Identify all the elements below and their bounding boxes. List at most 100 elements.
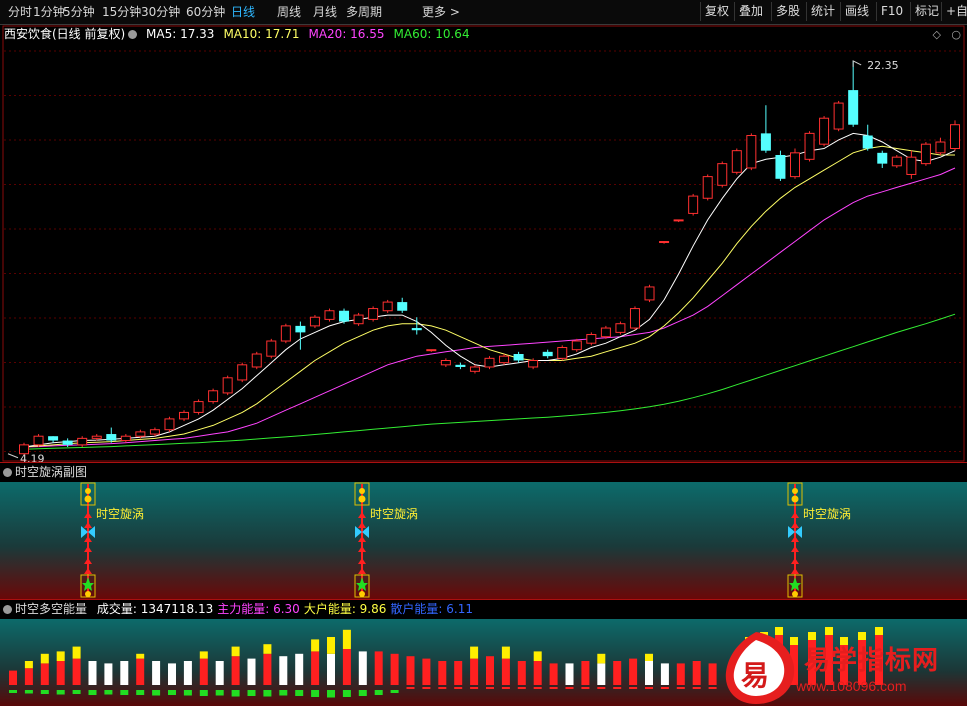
candle [469, 364, 480, 374]
candle [455, 362, 466, 370]
energy-bar [247, 658, 256, 696]
energy-legend-item: 主力能量: 6.30 [217, 602, 300, 616]
candlestick-chart[interactable]: 22.35 4.19 [0, 25, 967, 462]
energy-bar [533, 651, 542, 689]
candle [644, 284, 655, 303]
period-tab[interactable]: 60分钟 [186, 4, 225, 20]
candle [208, 388, 219, 404]
candle [295, 321, 306, 350]
period-tab[interactable]: 1分钟 [33, 4, 65, 20]
candle [266, 338, 277, 359]
toolbar-button[interactable]: 复权 [700, 2, 733, 21]
energy-indicator-header: 时空多空能量 成交量: 1347118.13 主力能量: 6.30 大户能量: 9.… [0, 600, 473, 618]
period-tab[interactable]: 30分钟 [141, 4, 180, 20]
candle [775, 150, 786, 181]
candle [48, 436, 59, 443]
period-tab[interactable]: 周线 [277, 4, 301, 20]
candle [877, 150, 888, 168]
svg-text:时空旋涡: 时空旋涡 [370, 507, 418, 521]
candle [920, 142, 931, 166]
logo-char: 易 [741, 659, 770, 692]
candle [586, 332, 597, 346]
energy-bar [645, 653, 653, 689]
candle [324, 308, 335, 322]
period-tab[interactable]: 5分钟 [63, 4, 95, 20]
energy-bar [183, 661, 192, 696]
candle [339, 308, 350, 324]
period-tab[interactable]: 月线 [313, 4, 337, 20]
candle [615, 321, 626, 335]
watermark: 易 易学指标网 www.108096.com [720, 626, 967, 706]
toolbar-button[interactable]: 多股 [771, 2, 804, 21]
candle [542, 349, 553, 359]
toolbar-button[interactable]: 统计 [806, 2, 839, 21]
energy-legend-item: 成交量: 1347118.13 [96, 602, 214, 616]
candle [251, 351, 262, 370]
energy-bar [454, 661, 463, 689]
energy-legend-item: 散户能量: 6.11 [390, 602, 473, 616]
site-url: www.108096.com [796, 678, 907, 694]
toolbar-button[interactable]: 叠加 [734, 2, 767, 21]
toolbar-button[interactable]: F10 [876, 2, 907, 21]
energy-indicator-title: 时空多空能量 [15, 602, 88, 616]
candle [760, 105, 771, 153]
candle [848, 60, 859, 127]
candle [862, 124, 873, 151]
energy-bar [470, 646, 479, 689]
energy-bar [168, 663, 176, 695]
candle [906, 150, 917, 179]
low-price-label: 4.19 [20, 453, 45, 462]
period-tab[interactable]: 15分钟 [102, 4, 141, 20]
candle [804, 131, 815, 162]
candle [33, 434, 44, 448]
vortex-chart[interactable]: 时空旋涡 时空旋涡 时空旋涡 [0, 482, 967, 599]
candle [280, 323, 291, 344]
chevron-down-icon[interactable] [3, 605, 12, 614]
candle [237, 362, 248, 383]
candle [426, 349, 437, 352]
ma10-line [23, 145, 955, 448]
energy-bar [581, 661, 590, 689]
candle [499, 354, 510, 365]
energy-legend: 成交量: 1347118.13 主力能量: 6.30 大户能量: 9.86 散户能量:… [91, 602, 473, 616]
candle [950, 120, 960, 151]
ma20-line [23, 167, 956, 448]
candle [659, 241, 670, 244]
energy-bar [422, 658, 431, 689]
svg-text:时空旋涡: 时空旋涡 [96, 507, 144, 521]
energy-bar [517, 661, 526, 689]
period-toolbar: 分时 1分钟 5分钟 15分钟 30分钟 60分钟 日线 周线 月线 多周期 更多 > 复权 叠加 多股… [0, 0, 967, 25]
candle [193, 399, 204, 415]
candle [731, 148, 742, 175]
toolbar-button[interactable]: 标记 [910, 2, 943, 21]
candle [382, 299, 393, 313]
site-name: 易学指标网 [804, 646, 940, 676]
ma60-line [23, 313, 956, 450]
main-chart-panel: 西安饮食(日线 前复权) MA5: 17.33 MA10: 17.71 MA20: … [0, 25, 967, 462]
toolbar-button[interactable]: +自 [941, 2, 967, 21]
period-tab[interactable]: 日线 [231, 4, 255, 20]
energy-bar [501, 646, 510, 689]
diamond-icon[interactable]: ◇ [933, 28, 941, 41]
period-tab[interactable]: 分时 [8, 4, 32, 20]
energy-bar [486, 656, 494, 689]
ma5-line [23, 132, 956, 448]
energy-bar [438, 661, 447, 689]
chevron-down-icon[interactable] [3, 468, 12, 477]
candle [440, 358, 451, 367]
energy-bar [597, 653, 606, 689]
vortex-indicator-panel: 时空旋涡副图 时空旋涡 时空旋涡 时空旋涡 [0, 463, 967, 599]
close-icon[interactable]: ○ [951, 28, 961, 41]
period-tab[interactable]: 更多 > [422, 4, 460, 20]
candle [702, 174, 713, 201]
candle [106, 427, 117, 443]
candle [513, 351, 524, 363]
toolbar-button[interactable]: 画线 [840, 2, 873, 21]
energy-bar [613, 661, 622, 689]
energy-bar [406, 656, 415, 689]
energy-bar [152, 661, 161, 696]
candle [891, 154, 902, 168]
candle [819, 116, 830, 147]
period-tab[interactable]: 多周期 [346, 4, 382, 20]
energy-legend-item: 大户能量: 9.86 [303, 602, 387, 616]
